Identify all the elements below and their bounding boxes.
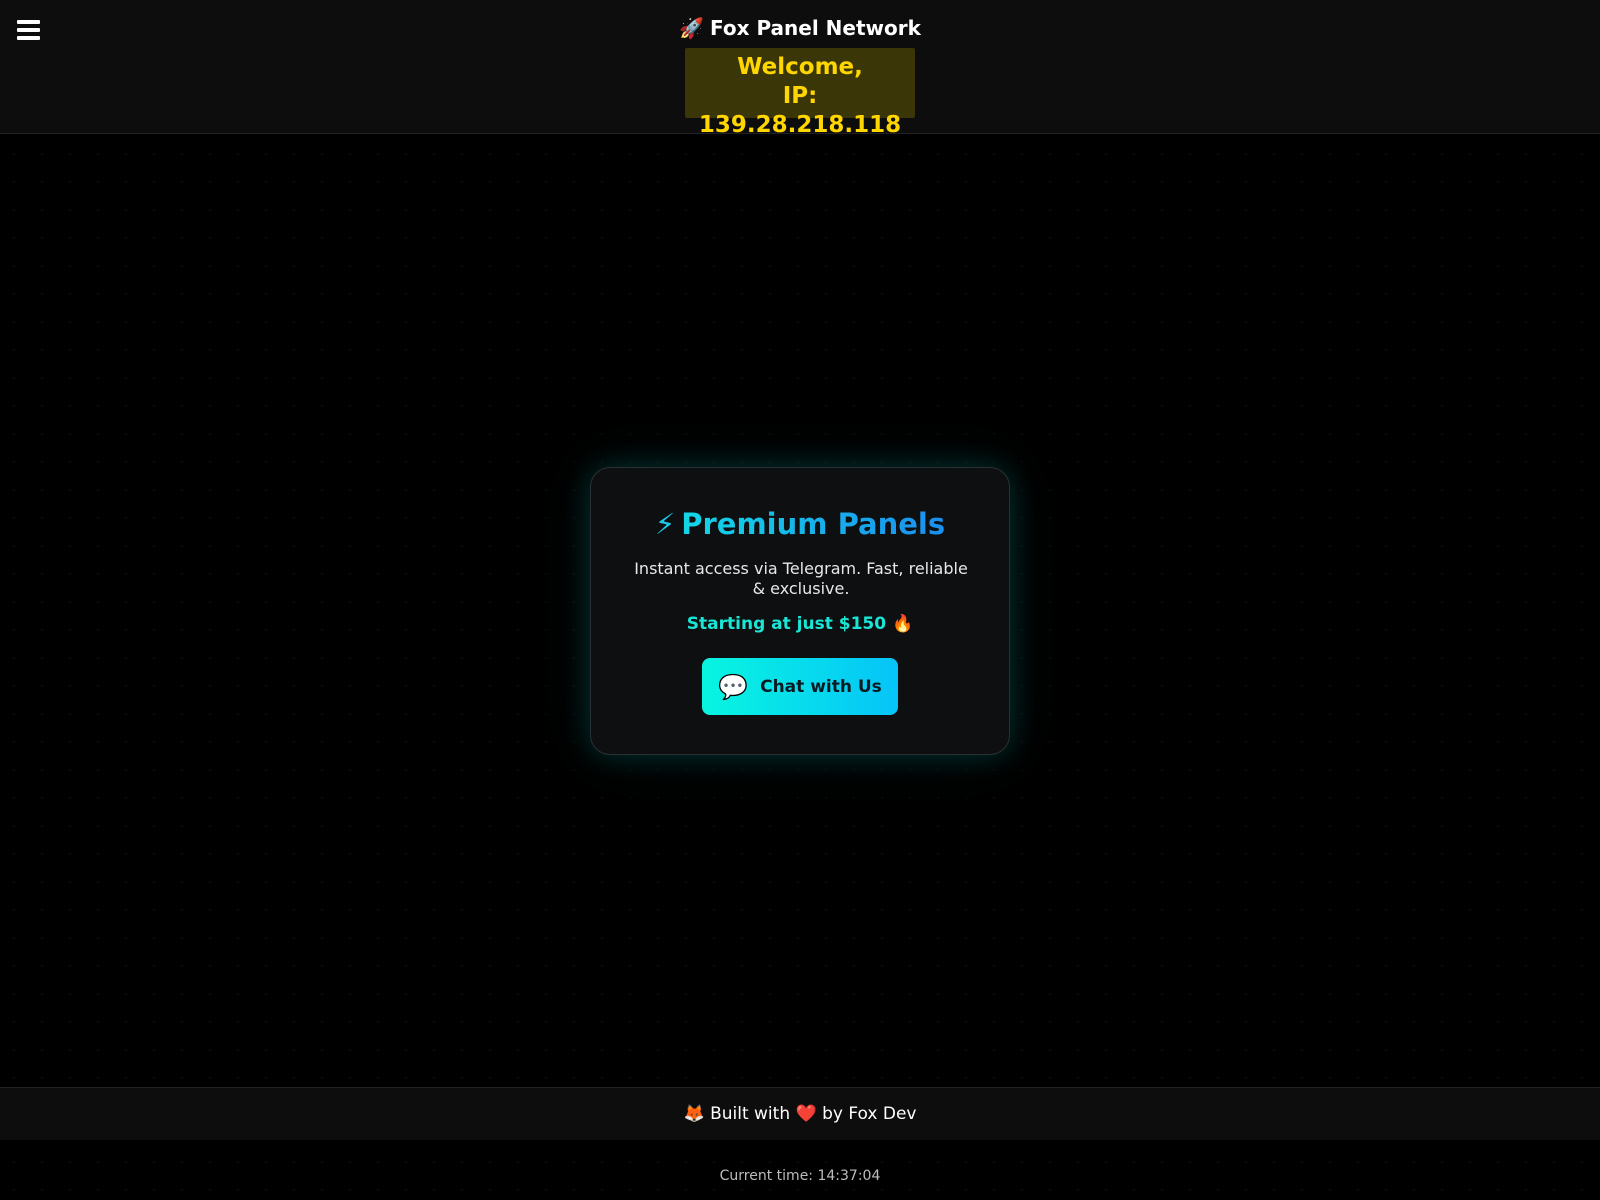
heart-icon: ❤️: [795, 1104, 817, 1124]
welcome-banner: Welcome, IP: 139.28.218.118: [685, 48, 915, 138]
chat-button-label: Chat with Us: [760, 676, 882, 697]
fox-icon: 🦊: [683, 1104, 705, 1124]
card-description: Instant access via Telegram. Fast, relia…: [634, 559, 968, 598]
current-time: Current time: 14:37:04: [719, 1168, 881, 1184]
chat-with-us-button[interactable]: 💬 Chat with Us: [702, 658, 898, 715]
site-footer: 🦊 Built with ❤️ by Fox Dev: [0, 1087, 1600, 1140]
welcome-ip: IP: 139.28.218.118: [698, 83, 902, 138]
footer-text-author: by Fox Dev: [822, 1104, 917, 1124]
card-title: ⚡ Premium Panels: [591, 506, 1009, 542]
welcome-greeting: Welcome,: [737, 54, 863, 80]
card-title-text: Premium Panels: [681, 507, 946, 541]
site-title: 🚀 Fox Panel Network: [0, 14, 1600, 42]
lightning-bolt-icon: ⚡: [654, 507, 676, 541]
footer-text-built-with: Built with: [710, 1104, 791, 1124]
rocket-icon: 🚀: [679, 16, 704, 40]
price-text: Starting at just $150 🔥: [686, 614, 914, 634]
site-header: 🚀 Fox Panel Network Welcome, IP: 139.28.2…: [0, 0, 1600, 138]
premium-panels-card: ⚡ Premium Panels Instant access via Teleg…: [590, 467, 1010, 755]
speech-bubble-icon: 💬: [718, 672, 749, 701]
site-title-text: Fox Panel Network: [709, 16, 921, 40]
